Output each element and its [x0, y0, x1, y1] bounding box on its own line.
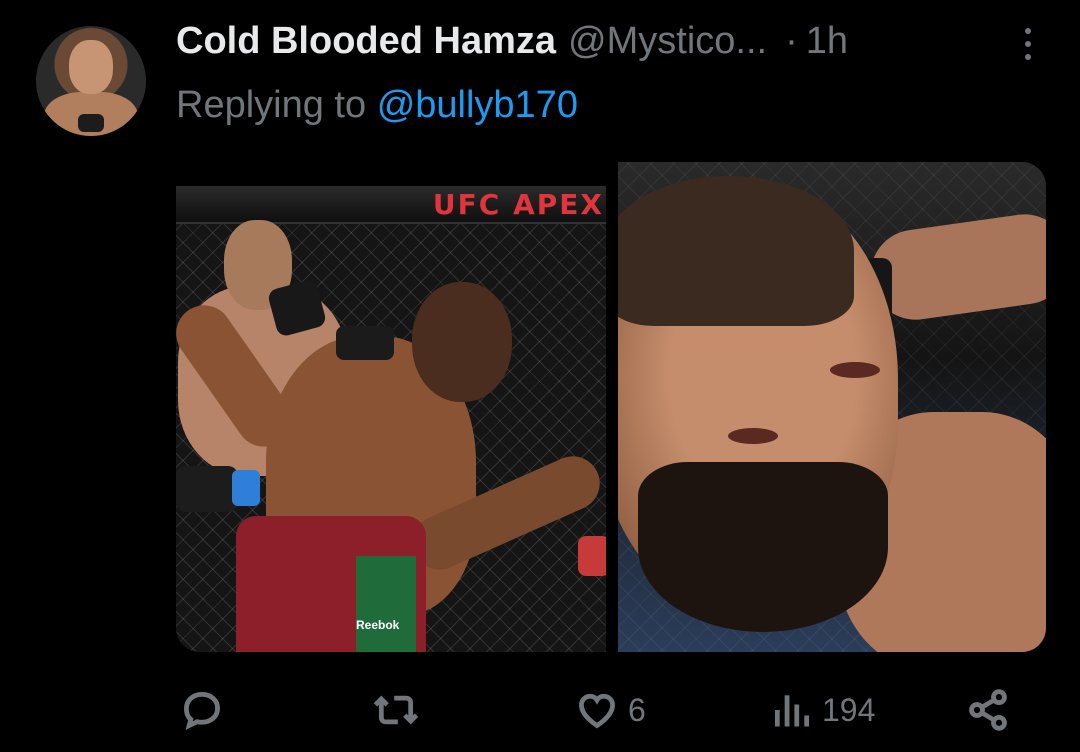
views-count: 194 [822, 691, 876, 728]
separator-dot: · [785, 20, 798, 62]
fighter-b-fist [578, 536, 606, 576]
more-vertical-icon[interactable] [1016, 24, 1040, 64]
author-avatar[interactable] [36, 26, 146, 136]
views-icon [774, 695, 810, 727]
banner-text: UFC APEX [432, 188, 604, 221]
retweet-icon [373, 695, 419, 725]
share-button[interactable] [966, 682, 1010, 738]
action-bar: 6 194 [176, 682, 1016, 738]
avatar-glove [78, 114, 104, 132]
fighter-beard [638, 462, 888, 632]
fighter-eye [728, 428, 778, 444]
avatar-head [69, 40, 113, 94]
fighter-b-head [412, 282, 512, 402]
reply-icon [184, 692, 220, 731]
author-handle[interactable]: @Mystico... [568, 20, 767, 63]
like-count: 6 [628, 691, 646, 728]
like-button[interactable]: 6 [574, 682, 646, 738]
replying-to-line: Replying to @bullyb170 [176, 84, 578, 127]
shorts-panel [356, 556, 416, 652]
author-name[interactable]: Cold Blooded Hamza [176, 20, 556, 63]
tweet-time[interactable]: 1h [806, 20, 848, 63]
media-grid: UFC APEX Reebok [176, 162, 1046, 652]
replying-to-mention[interactable]: @bullyb170 [377, 84, 578, 126]
share-icon [969, 689, 1007, 731]
heart-icon [579, 693, 615, 729]
fighter-b-glove [336, 326, 394, 360]
fighter-eye [830, 362, 880, 378]
fighter-a-lower-glove [176, 466, 238, 512]
fighter-hair [618, 176, 854, 326]
views-button[interactable]: 194 [770, 682, 875, 738]
shorts-brand: Reebok [356, 618, 400, 632]
reply-button[interactable] [180, 682, 232, 738]
tweet-header: Cold Blooded Hamza @Mystico... · 1h [176, 20, 1040, 72]
retweet-button[interactable] [372, 682, 428, 738]
arena-banner: UFC APEX [176, 186, 606, 224]
glove-cuff [232, 470, 260, 506]
media-image-2[interactable] [618, 162, 1046, 652]
media-image-1[interactable]: UFC APEX Reebok [176, 186, 606, 652]
replying-to-prefix: Replying to [176, 84, 367, 126]
